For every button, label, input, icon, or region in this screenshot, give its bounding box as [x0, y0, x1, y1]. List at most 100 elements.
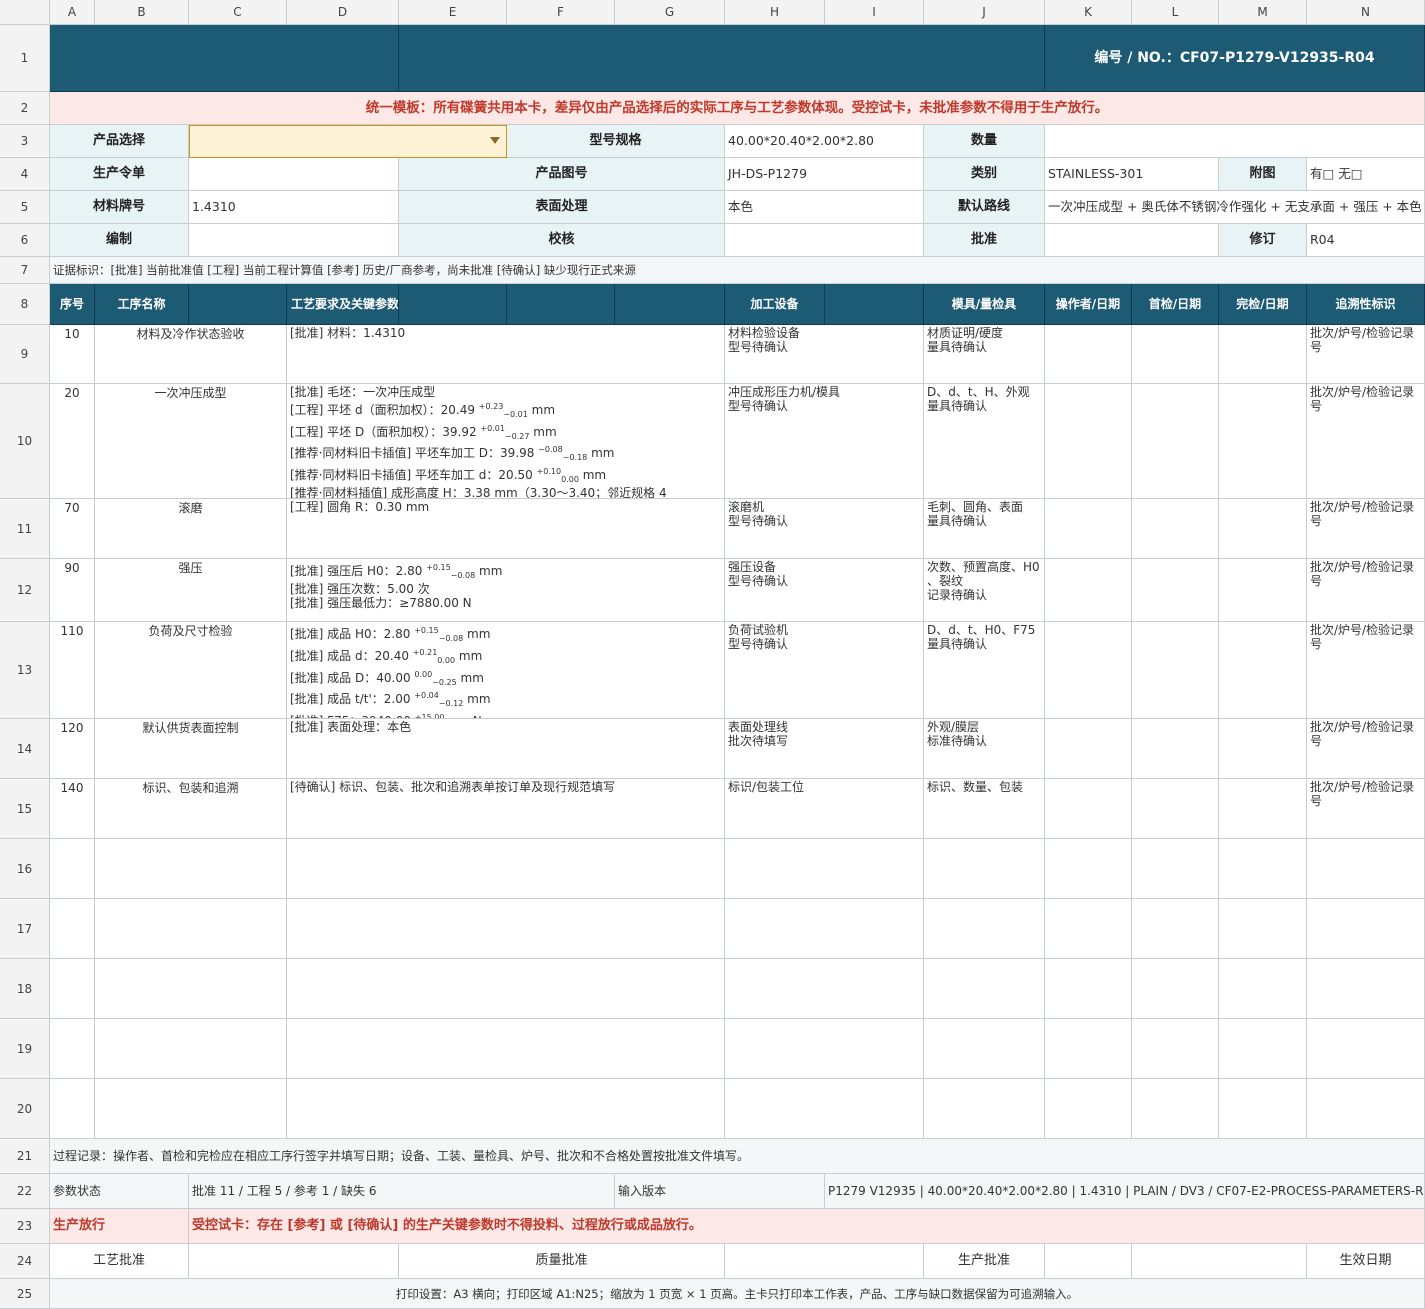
row-header-12[interactable]: 12: [0, 559, 50, 622]
empty-operator[interactable]: [1045, 899, 1132, 959]
column-header-n[interactable]: N: [1307, 0, 1425, 25]
column-header-i[interactable]: I: [825, 0, 924, 25]
op-requirements[interactable]: [工程] 圆角 R：0.30 mm: [287, 499, 725, 559]
empty-requirements[interactable]: [287, 899, 725, 959]
empty-tooling[interactable]: [924, 1019, 1045, 1079]
empty-requirements[interactable]: [287, 839, 725, 899]
empty-trace[interactable]: [1307, 839, 1425, 899]
op-seq[interactable]: 20: [50, 384, 95, 499]
select-all-corner[interactable]: [0, 0, 50, 25]
production-approval-value[interactable]: [1045, 1244, 1132, 1279]
row-header-22[interactable]: 22: [0, 1174, 50, 1209]
drawing-value[interactable]: JH-DS-P1279: [725, 158, 924, 191]
row-header-24[interactable]: 24: [0, 1244, 50, 1279]
row-header-4[interactable]: 4: [0, 158, 50, 191]
column-header-l[interactable]: L: [1132, 0, 1219, 25]
op-seq[interactable]: 10: [50, 325, 95, 384]
op-final-check-date[interactable]: [1219, 559, 1307, 622]
empty-first-check[interactable]: [1132, 959, 1219, 1019]
empty-seq[interactable]: [50, 899, 95, 959]
column-header-a[interactable]: A: [50, 0, 95, 25]
op-equipment[interactable]: 负荷试验机 型号待确认: [725, 622, 924, 719]
op-seq[interactable]: 110: [50, 622, 95, 719]
order-value[interactable]: [189, 158, 399, 191]
chevron-down-icon[interactable]: [490, 137, 500, 144]
material-value[interactable]: 1.4310: [189, 191, 399, 224]
op-requirements[interactable]: [待确认] 标识、包装、批次和追溯表单按订单及现行规范填写: [287, 779, 725, 839]
op-name[interactable]: 负荷及尺寸检验: [95, 622, 287, 719]
row-header-2[interactable]: 2: [0, 92, 50, 125]
row-header-8[interactable]: 8: [0, 284, 50, 325]
op-first-check-date[interactable]: [1132, 559, 1219, 622]
row-header-7[interactable]: 7: [0, 257, 50, 284]
route-value[interactable]: 一次冲压成型 + 奥氏体不锈钢冷作强化 + 无支承面 + 强压 + 本色: [1045, 191, 1425, 224]
empty-seq[interactable]: [50, 1079, 95, 1139]
empty-operator[interactable]: [1045, 839, 1132, 899]
empty-name[interactable]: [95, 1079, 287, 1139]
empty-first-check[interactable]: [1132, 839, 1219, 899]
attach-value[interactable]: 有□ 无□: [1307, 158, 1425, 191]
empty-first-check[interactable]: [1132, 1019, 1219, 1079]
empty-first-check[interactable]: [1132, 1079, 1219, 1139]
op-equipment[interactable]: 强压设备 型号待确认: [725, 559, 924, 622]
column-header-k[interactable]: K: [1045, 0, 1132, 25]
qty-value[interactable]: [1045, 125, 1425, 158]
op-trace[interactable]: 批次/炉号/检验记录号: [1307, 779, 1425, 839]
empty-final-check[interactable]: [1219, 899, 1307, 959]
empty-tooling[interactable]: [924, 839, 1045, 899]
row-header-19[interactable]: 19: [0, 1019, 50, 1079]
op-final-check-date[interactable]: [1219, 719, 1307, 779]
op-operator-date[interactable]: [1045, 622, 1132, 719]
op-tooling[interactable]: 材质证明/硬度 量具待确认: [924, 325, 1045, 384]
column-header-g[interactable]: G: [615, 0, 725, 25]
op-final-check-date[interactable]: [1219, 779, 1307, 839]
op-name[interactable]: 滚磨: [95, 499, 287, 559]
op-tooling[interactable]: 次数、预置高度、H0 、裂纹 记录待确认: [924, 559, 1045, 622]
empty-trace[interactable]: [1307, 959, 1425, 1019]
op-equipment[interactable]: 滚磨机 型号待确认: [725, 499, 924, 559]
op-requirements[interactable]: [批准] 材料：1.4310: [287, 325, 725, 384]
empty-trace[interactable]: [1307, 1079, 1425, 1139]
op-equipment[interactable]: 材料检验设备 型号待确认: [725, 325, 924, 384]
column-header-f[interactable]: F: [507, 0, 615, 25]
op-tooling[interactable]: D、d、t、H0、F75 量具待确认: [924, 622, 1045, 719]
op-name[interactable]: 材料及冷作状态验收: [95, 325, 287, 384]
surface-value[interactable]: 本色: [725, 191, 924, 224]
empty-equipment[interactable]: [725, 959, 924, 1019]
row-header-15[interactable]: 15: [0, 779, 50, 839]
row-header-23[interactable]: 23: [0, 1209, 50, 1244]
op-tooling[interactable]: 外观/膜层 标准待确认: [924, 719, 1045, 779]
op-operator-date[interactable]: [1045, 499, 1132, 559]
row-header-5[interactable]: 5: [0, 191, 50, 224]
prepared-value[interactable]: [189, 224, 399, 257]
empty-equipment[interactable]: [725, 839, 924, 899]
row-header-9[interactable]: 9: [0, 325, 50, 384]
empty-tooling[interactable]: [924, 899, 1045, 959]
empty-name[interactable]: [95, 839, 287, 899]
op-tooling[interactable]: 毛刺、圆角、表面 量具待确认: [924, 499, 1045, 559]
empty-final-check[interactable]: [1219, 959, 1307, 1019]
empty-first-check[interactable]: [1132, 899, 1219, 959]
row-header-10[interactable]: 10: [0, 384, 50, 499]
empty-name[interactable]: [95, 899, 287, 959]
category-value[interactable]: STAINLESS-301: [1045, 158, 1219, 191]
revision-value[interactable]: R04: [1307, 224, 1425, 257]
op-tooling[interactable]: 标识、数量、包装: [924, 779, 1045, 839]
product-select-dropdown[interactable]: [189, 125, 507, 158]
row-header-13[interactable]: 13: [0, 622, 50, 719]
op-equipment[interactable]: 冲压成形压力机/模具 型号待确认: [725, 384, 924, 499]
empty-requirements[interactable]: [287, 1079, 725, 1139]
empty-name[interactable]: [95, 1019, 287, 1079]
empty-tooling[interactable]: [924, 959, 1045, 1019]
op-final-check-date[interactable]: [1219, 622, 1307, 719]
op-first-check-date[interactable]: [1132, 779, 1219, 839]
row-header-17[interactable]: 17: [0, 899, 50, 959]
op-name[interactable]: 一次冲压成型: [95, 384, 287, 499]
op-final-check-date[interactable]: [1219, 384, 1307, 499]
row-header-16[interactable]: 16: [0, 839, 50, 899]
empty-name[interactable]: [95, 959, 287, 1019]
process-approval-value[interactable]: [189, 1244, 399, 1279]
row-header-14[interactable]: 14: [0, 719, 50, 779]
column-header-b[interactable]: B: [95, 0, 189, 25]
empty-seq[interactable]: [50, 1019, 95, 1079]
